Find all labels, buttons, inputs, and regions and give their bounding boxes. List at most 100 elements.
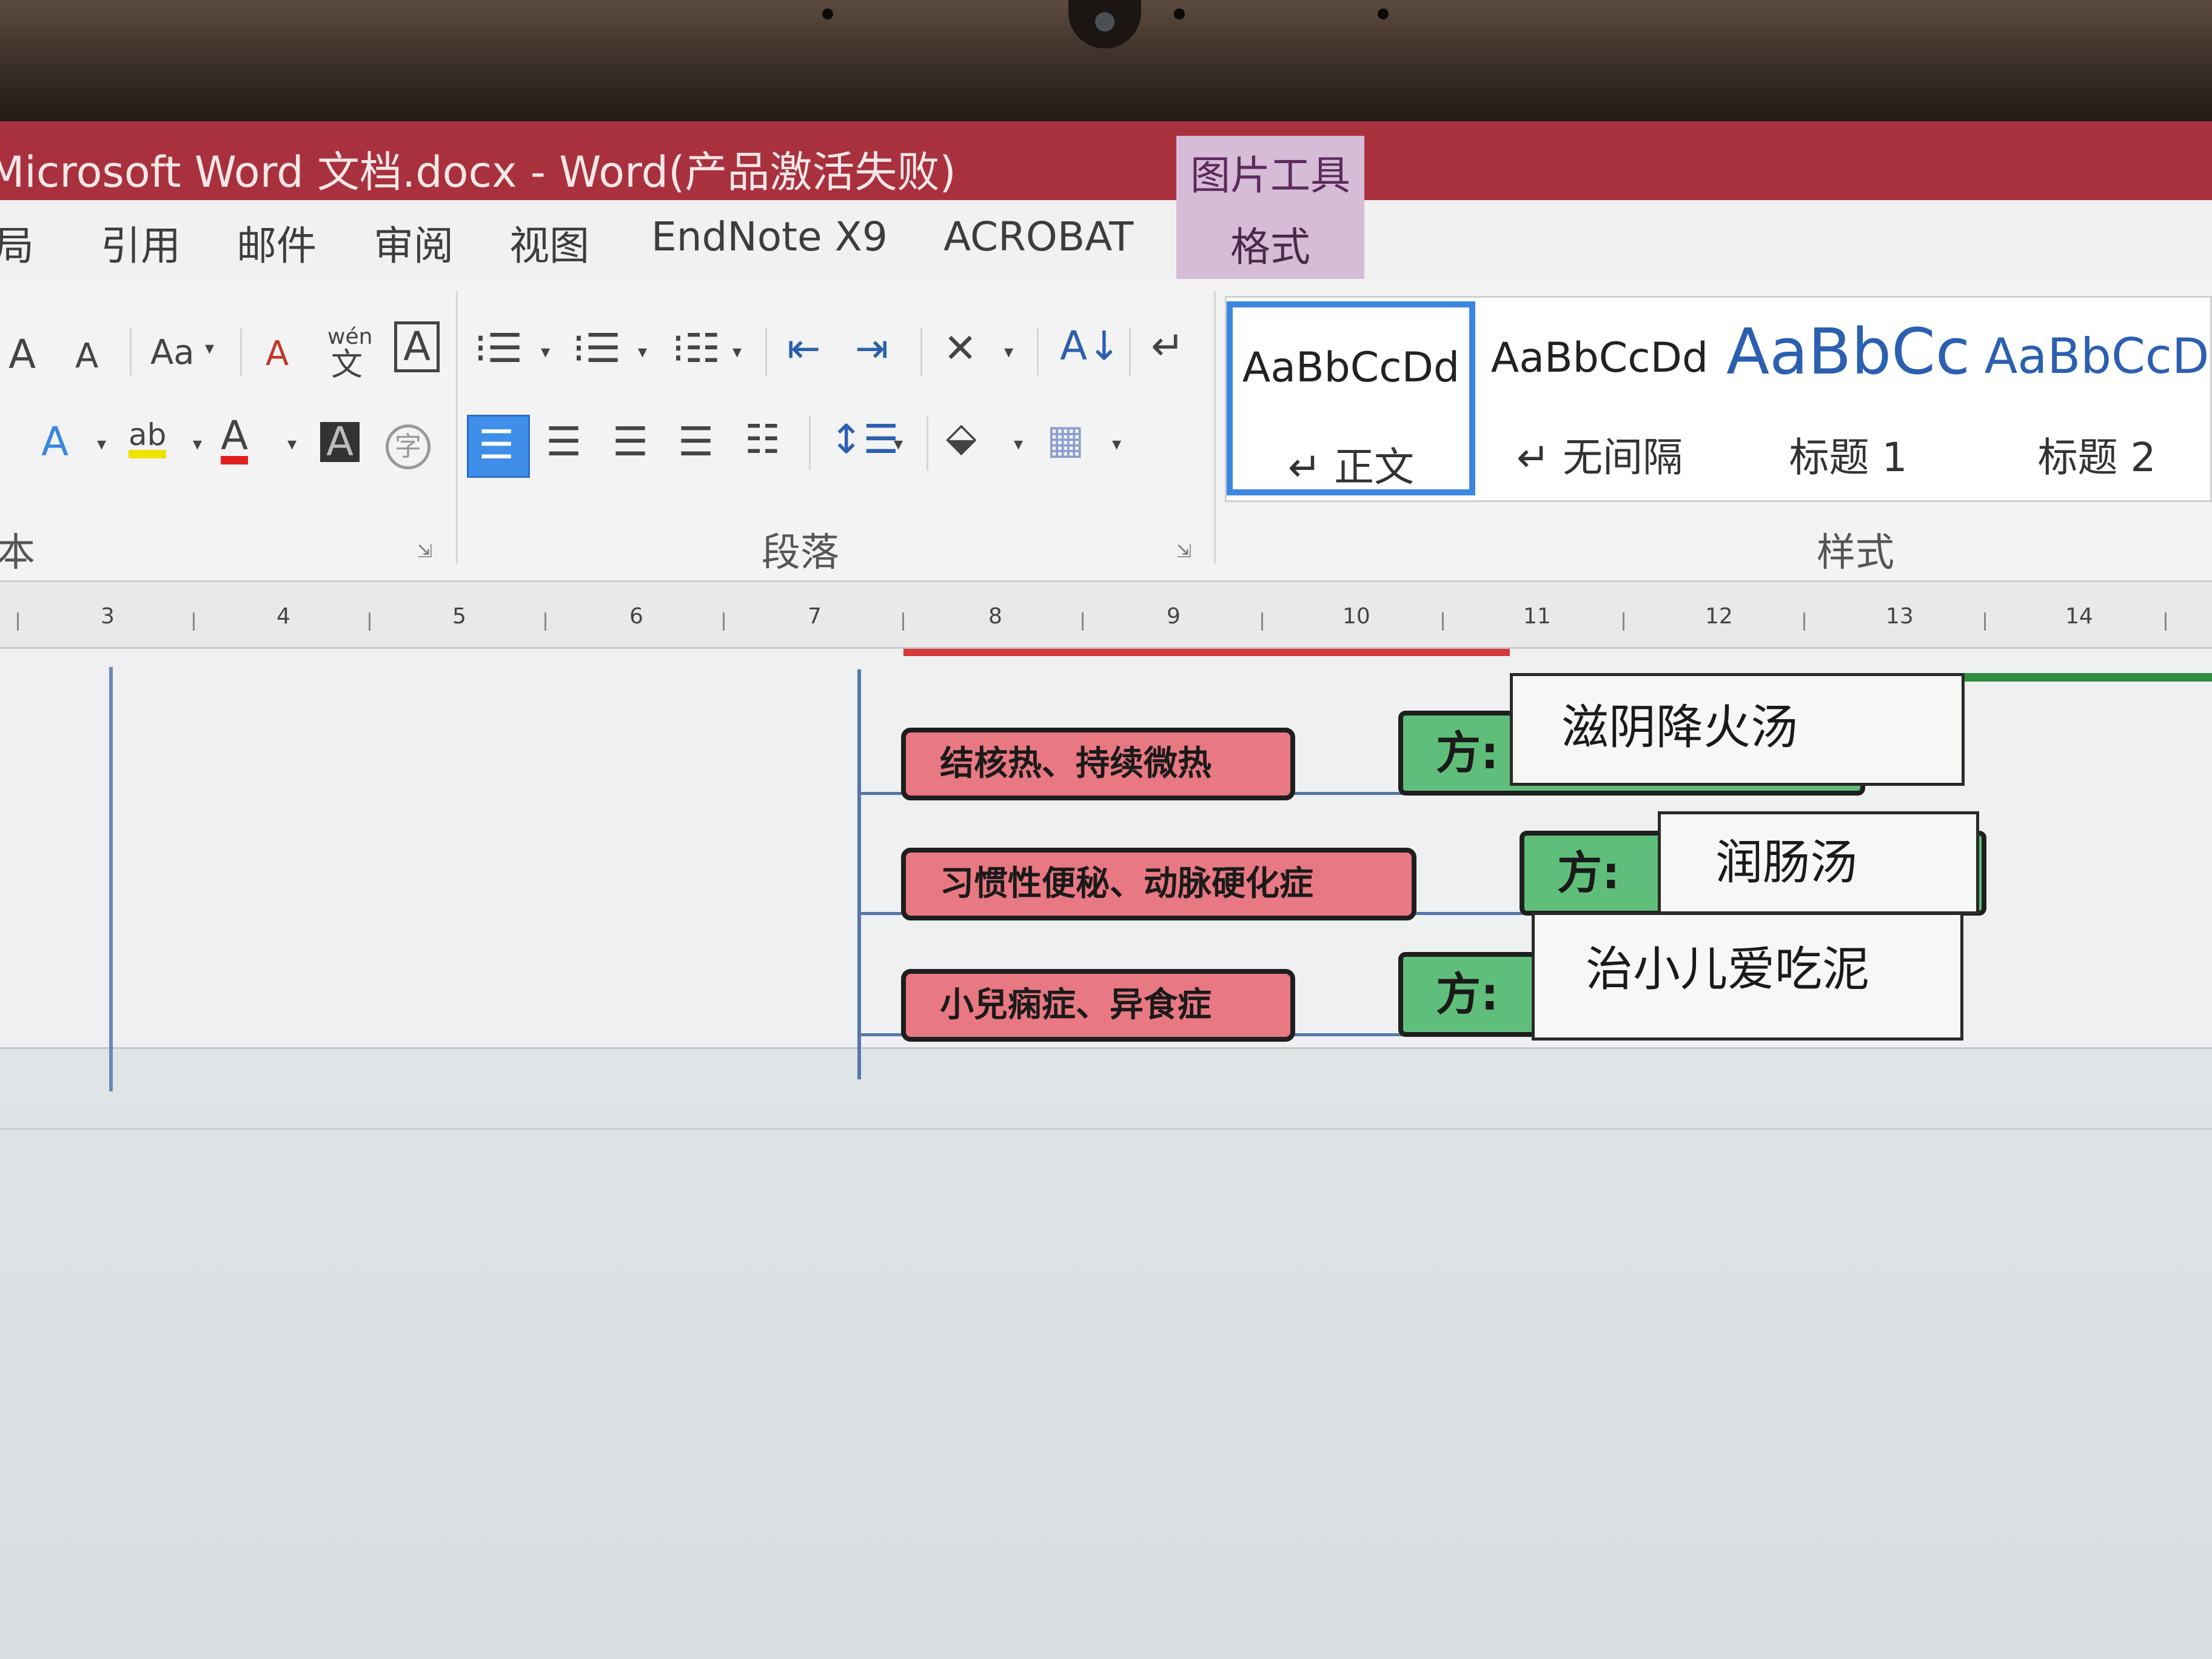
- chinese-layout-icon[interactable]: ✕: [943, 329, 977, 369]
- character-shading-icon[interactable]: A: [320, 422, 360, 462]
- remedy-box[interactable]: 润肠汤: [1658, 811, 1979, 914]
- remedy-box[interactable]: 滋阴降火汤: [1510, 673, 1965, 786]
- divider: [130, 327, 132, 376]
- style-normal[interactable]: AaBbCcDd ↵ 正文: [1227, 301, 1475, 495]
- tab-view[interactable]: 视图: [509, 213, 589, 272]
- divider: [1037, 327, 1039, 376]
- title-bar: Microsoft Word 文档.docx - Word(产品激活失败): [0, 121, 2212, 200]
- condition-box[interactable]: 结核热、持续微热: [901, 728, 1295, 800]
- dropdown-arrow-icon[interactable]: ▾: [1004, 343, 1013, 361]
- line-spacing-icon[interactable]: ↕☰: [830, 420, 899, 460]
- ruler-number: 11: [1523, 604, 1551, 629]
- clear-formatting-icon[interactable]: A: [266, 337, 289, 371]
- align-left-button[interactable]: ☰: [467, 415, 530, 478]
- tab-references[interactable]: 引用: [101, 213, 181, 272]
- diagram-connector: [857, 669, 861, 1079]
- style-name: 标题 1: [1789, 434, 1908, 481]
- tab-mailings[interactable]: 邮件: [236, 213, 317, 272]
- styles-group-label: 样式: [1817, 531, 1894, 575]
- ruler-number: 9: [1167, 604, 1181, 629]
- numbering-icon[interactable]: ⁝☰: [572, 329, 621, 369]
- ruler-tick: [1442, 612, 1444, 631]
- ruler-tick: [1803, 612, 1805, 631]
- ruler-number: 10: [1342, 604, 1370, 629]
- dropdown-arrow-icon[interactable]: ▾: [894, 435, 903, 454]
- shading-icon[interactable]: ⬙: [946, 417, 977, 457]
- borders-icon[interactable]: ▦: [1047, 420, 1084, 460]
- align-center-icon[interactable]: ☰: [546, 422, 581, 462]
- highlight-color-icon[interactable]: ab: [129, 420, 167, 458]
- change-case-icon[interactable]: Aa: [150, 336, 195, 370]
- phonetic-guide-icon[interactable]: wén: [327, 326, 372, 348]
- dropdown-arrow-icon[interactable]: ▾: [541, 343, 550, 361]
- condition-box[interactable]: 小兒痫症、异食症: [901, 969, 1295, 1042]
- ruler-tick: [1261, 612, 1263, 631]
- dropdown-arrow-icon[interactable]: ▾: [205, 340, 214, 358]
- diagram-connector: [1962, 673, 2212, 682]
- webcam-icon: [1068, 0, 1141, 49]
- style-heading-2[interactable]: AaBbCcD 标题 2: [1972, 298, 2212, 504]
- horizontal-ruler[interactable]: 3 4 5 6 7 8 9 10 11 12 13 14: [0, 582, 2212, 649]
- styles-gallery: AaBbCcDd ↵ 正文 AaBbCcDd ↵ 无间隔 AaBbCc 标题 1…: [1225, 296, 2212, 502]
- text-effects-icon[interactable]: A: [41, 422, 69, 462]
- ribbon-tabs: 局 引用 邮件 审阅 视图 EndNote X9 ACROBAT: [0, 200, 2212, 279]
- condition-box[interactable]: 习惯性便秘、动脉硬化症: [901, 848, 1416, 920]
- dropdown-arrow-icon[interactable]: ▾: [1014, 435, 1023, 454]
- font-dialog-launcher-icon[interactable]: ⇲: [417, 541, 432, 562]
- paragraph-dialog-launcher-icon[interactable]: ⇲: [1176, 541, 1191, 562]
- character-border-icon[interactable]: A: [394, 321, 440, 372]
- align-right-icon[interactable]: ☰: [612, 422, 648, 462]
- remedy-box[interactable]: 治小儿爱吃泥: [1532, 912, 1963, 1041]
- tab-acrobat[interactable]: ACROBAT: [943, 213, 1134, 260]
- bezel-dot: [822, 8, 833, 19]
- style-no-spacing[interactable]: AaBbCcDd ↵ 无间隔: [1475, 298, 1724, 504]
- shrink-font-icon[interactable]: A: [75, 340, 98, 374]
- dropdown-arrow-icon[interactable]: ▾: [193, 435, 202, 454]
- distributed-icon[interactable]: ☷: [745, 420, 780, 460]
- dropdown-arrow-icon[interactable]: ▾: [287, 435, 297, 454]
- bullets-icon[interactable]: ⁝☰: [474, 329, 523, 369]
- style-sample: AaBbCc: [1726, 315, 1971, 389]
- dropdown-arrow-icon[interactable]: ▾: [732, 343, 742, 361]
- font-group-label: 本: [0, 531, 35, 575]
- ruler-number: 4: [276, 604, 290, 629]
- group-divider: [1214, 291, 1216, 564]
- divider: [920, 327, 922, 376]
- font-color-icon[interactable]: A: [221, 416, 249, 464]
- divider: [1129, 327, 1131, 376]
- document-page[interactable]: 结核热、持续微热 方: 滋阴降火汤 习惯性便秘、动脉硬化症 方: 润肠汤 小兒痫…: [0, 649, 2212, 1091]
- paragraph-mark-icon: ↵: [1516, 434, 1550, 481]
- dropdown-arrow-icon[interactable]: ▾: [1112, 435, 1121, 454]
- multilevel-list-icon[interactable]: ⁝☷: [672, 329, 720, 369]
- style-heading-1[interactable]: AaBbCc 标题 1: [1724, 298, 1972, 504]
- increase-indent-icon[interactable]: ⇥: [855, 329, 888, 369]
- style-name: ↵ 无间隔: [1516, 434, 1683, 481]
- style-sample: AaBbCcD: [1984, 328, 2210, 384]
- sort-icon[interactable]: A↓: [1060, 326, 1121, 366]
- document-canvas[interactable]: 结核热、持续微热 方: 滋阴降火汤 习惯性便秘、动脉硬化症 方: 润肠汤 小兒痫…: [0, 649, 2212, 1659]
- dropdown-arrow-icon[interactable]: ▾: [97, 435, 106, 454]
- paragraph-group-label: 段落: [762, 531, 839, 575]
- divider: [240, 327, 242, 376]
- diagram-connector: [903, 649, 1510, 656]
- divider: [927, 416, 928, 471]
- ruler-tick: [2165, 612, 2167, 631]
- ruler-number: 13: [1886, 604, 1914, 629]
- ruler-tick: [17, 612, 19, 631]
- tab-format[interactable]: 格式: [1176, 215, 1364, 273]
- group-divider: [456, 291, 458, 564]
- style-sample: AaBbCcDd: [1490, 334, 1709, 382]
- tab-layout[interactable]: 局: [0, 213, 34, 272]
- justify-icon[interactable]: ☰: [678, 422, 714, 462]
- ruler-tick: [1984, 612, 1986, 631]
- ruler-number: 3: [101, 604, 115, 629]
- decrease-indent-icon[interactable]: ⇤: [787, 329, 820, 369]
- enclose-characters-icon[interactable]: 字: [386, 424, 431, 469]
- tab-endnote[interactable]: EndNote X9: [651, 213, 888, 260]
- show-marks-icon[interactable]: ↵: [1151, 326, 1184, 366]
- paragraph-mark-icon: ↵: [1287, 444, 1322, 491]
- grow-font-icon[interactable]: A: [8, 335, 36, 375]
- tab-review[interactable]: 审阅: [374, 213, 454, 272]
- dropdown-arrow-icon[interactable]: ▾: [638, 343, 647, 361]
- bezel-dot: [1174, 8, 1185, 19]
